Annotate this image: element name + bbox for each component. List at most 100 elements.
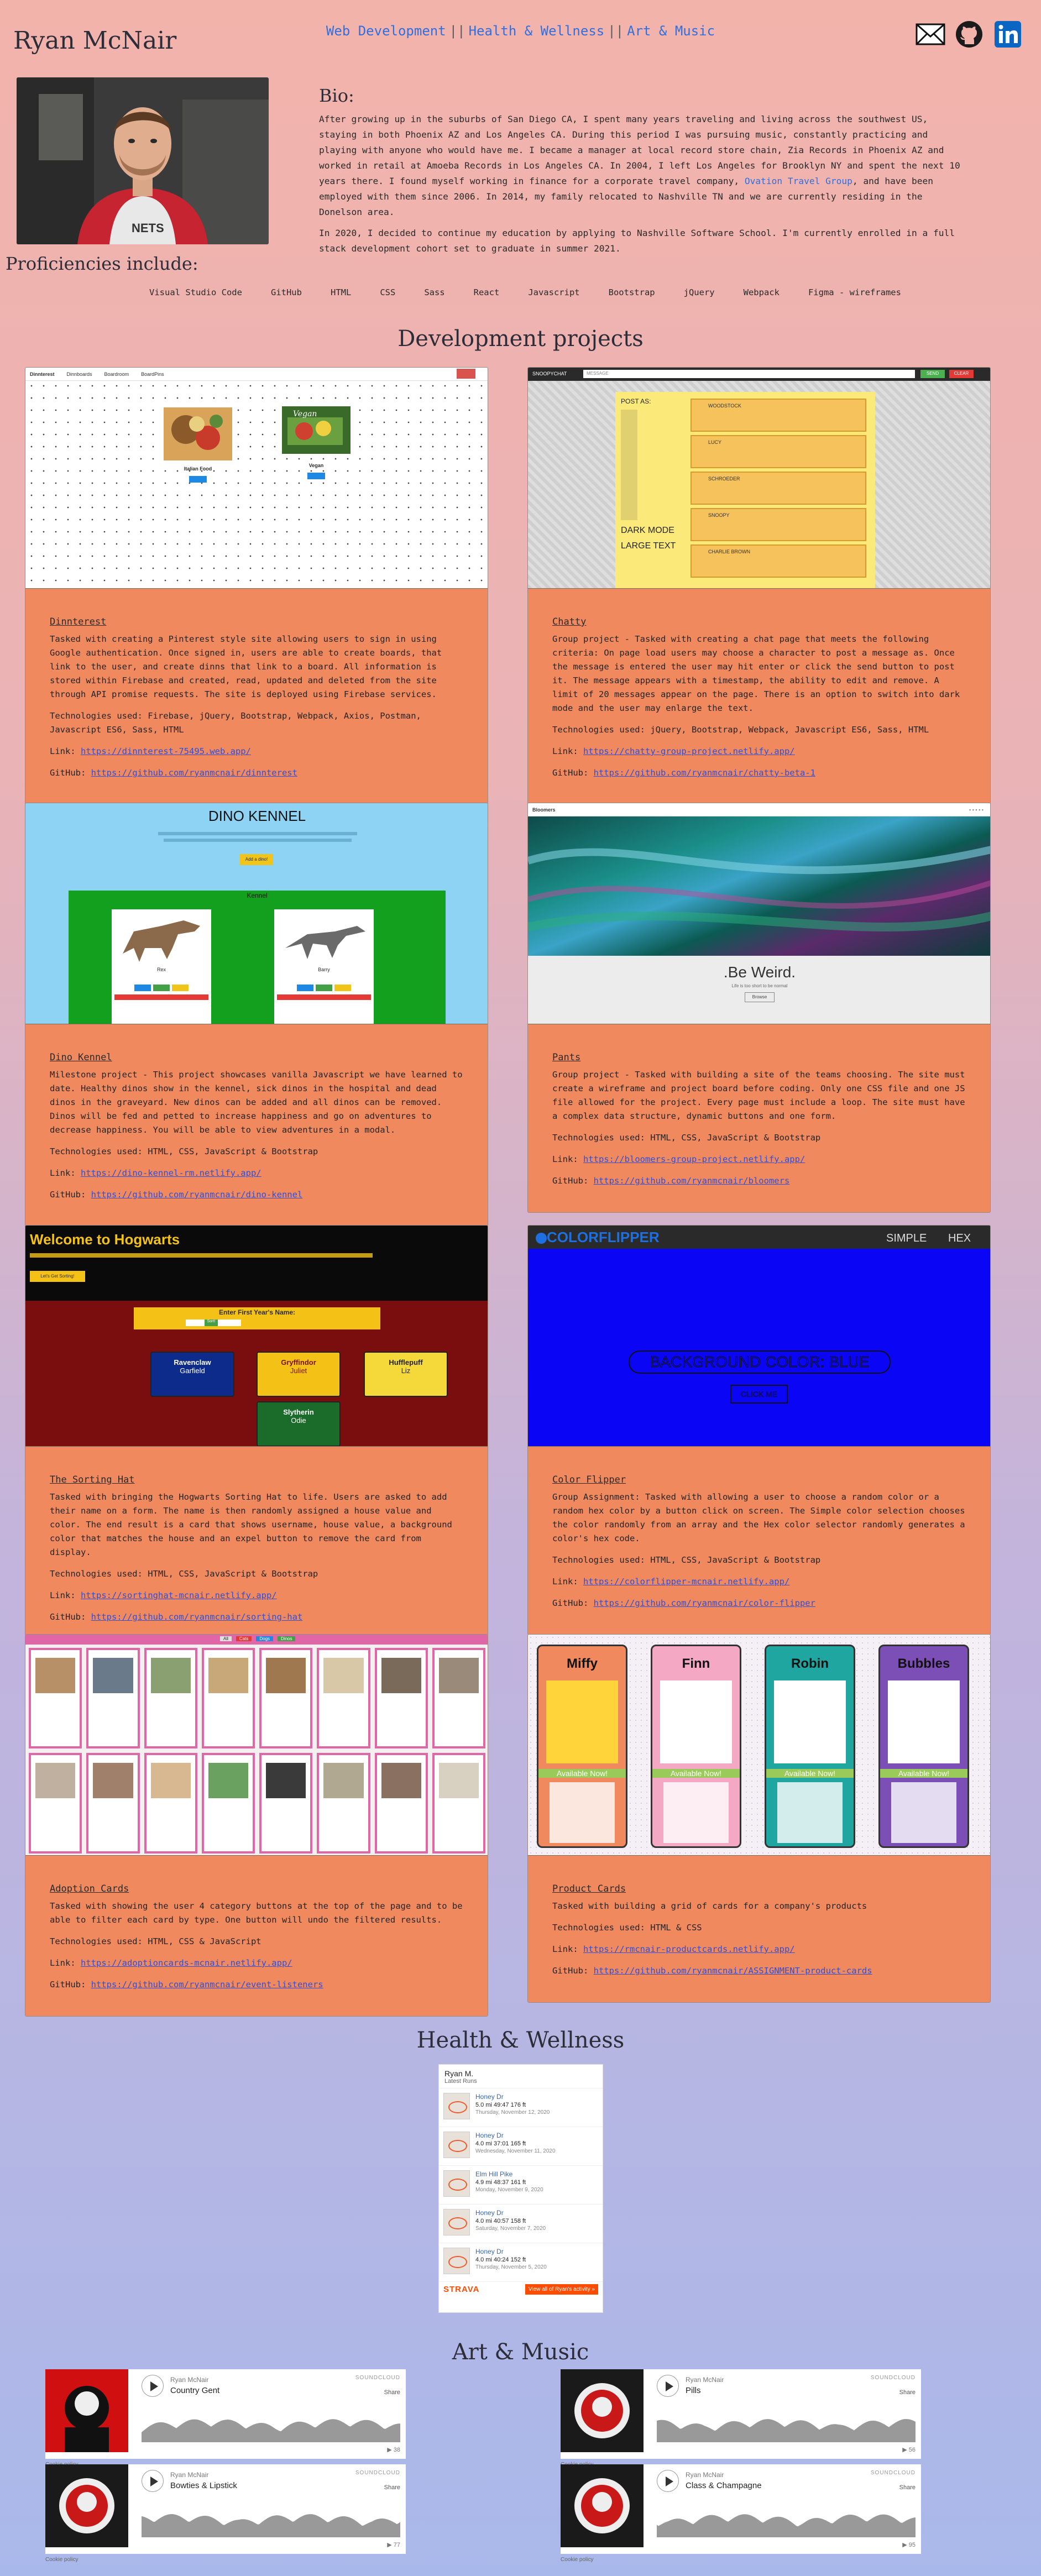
- social-links: [915, 19, 1023, 50]
- strava-view-all-button[interactable]: View all of Ryan's activity »: [525, 2284, 598, 2295]
- project-github-row: GitHub: https://github.com/ryanmcnair/so…: [50, 1612, 303, 1622]
- track-title[interactable]: Bowties & Lipstick: [170, 2481, 237, 2490]
- email-icon[interactable]: [915, 19, 946, 50]
- run-map-thumbnail: [443, 2132, 470, 2158]
- project-screenshot[interactable]: All Cats Dogs Dinos: [25, 1635, 488, 1856]
- project-github-link[interactable]: https://github.com/ryanmcnair/color-flip…: [594, 1598, 815, 1608]
- project-screenshot[interactable]: Miffy Available Now! Finn Available Now!…: [528, 1635, 990, 1856]
- play-button[interactable]: [142, 2375, 164, 2397]
- project-screenshot[interactable]: DINO KENNEL Add a dino! Kennel Rex Barry: [25, 803, 488, 1024]
- product-card: Robin Available Now!: [765, 1645, 855, 1848]
- product-card: Bubbles Available Now!: [878, 1645, 969, 1848]
- top-nav: Web Development || Health & Wellness || Art …: [326, 23, 715, 39]
- project-live-link[interactable]: https://dinnterest-75495.web.app/: [81, 746, 251, 756]
- project-screenshot[interactable]: Bloomers ▪ ▪ ▪ ▪ ▪ .Be Weird. Life is to…: [528, 803, 990, 1024]
- share-button[interactable]: Share: [384, 2389, 400, 2396]
- project-description: Milestone project - This project showcas…: [50, 1070, 463, 1135]
- bio-text: After growing up in the suburbs of San D…: [319, 112, 967, 262]
- project-card-sorting-hat: Welcome to Hogwarts Let's Get Sorting! E…: [25, 1225, 488, 1649]
- track-artist[interactable]: Ryan McNair: [170, 2376, 208, 2384]
- project-title[interactable]: Dinnterest: [50, 615, 463, 629]
- project-technologies: Technologies used: HTML, CSS & JavaScrip…: [50, 1936, 261, 1946]
- house-card: Hufflepuff Liz: [364, 1352, 448, 1397]
- project-title[interactable]: Pants: [552, 1051, 966, 1065]
- ovation-travel-link[interactable]: Ovation Travel Group: [745, 176, 852, 186]
- play-button[interactable]: [142, 2470, 164, 2492]
- project-screenshot[interactable]: Dinnterest Dinnboards Boardroom BoardPin…: [25, 368, 488, 589]
- proficiency-item: jQuery: [683, 287, 715, 297]
- project-title[interactable]: Chatty: [552, 615, 966, 629]
- waveform[interactable]: [657, 2503, 916, 2537]
- project-title[interactable]: Color Flipper: [552, 1473, 966, 1487]
- track-title[interactable]: Country Gent: [170, 2386, 219, 2395]
- proficiency-item: Sass: [424, 287, 445, 297]
- soundcloud-logo: SOUNDCLOUD: [870, 2470, 916, 2476]
- project-live-link[interactable]: https://bloomers-group-project.netlify.a…: [583, 1154, 805, 1164]
- share-button[interactable]: Share: [384, 2484, 400, 2491]
- run-row[interactable]: Honey Dr 4.0 mi 40:57 158 ft Saturday, Nov…: [439, 2204, 603, 2243]
- product-card: Miffy Available Now!: [537, 1645, 627, 1848]
- track-title[interactable]: Pills: [686, 2386, 701, 2395]
- album-art: [45, 2464, 128, 2547]
- project-github-link[interactable]: https://github.com/ryanmcnair/bloomers: [594, 1176, 790, 1186]
- bio-paragraph-1: After growing up in the suburbs of San D…: [319, 114, 960, 217]
- project-screenshot[interactable]: COLORFLIPPER SIMPLE HEX BACKGROUND COLOR…: [528, 1226, 990, 1447]
- project-github-link[interactable]: https://github.com/ryanmcnair/chatty-bet…: [594, 768, 815, 778]
- project-title[interactable]: Dino Kennel: [50, 1051, 463, 1065]
- soundcloud-player: Ryan McNair Pills SOUNDCLOUD Share ▶ 56 …: [561, 2369, 921, 2468]
- project-live-link[interactable]: https://dino-kennel-rm.netlify.app/: [81, 1168, 261, 1178]
- project-card-chatty: SNOOPYCHAT MESSAGE SEND CLEAR POST AS: D…: [527, 367, 991, 805]
- project-github-link[interactable]: https://github.com/ryanmcnair/sorting-ha…: [91, 1612, 303, 1622]
- track-artist[interactable]: Ryan McNair: [686, 2376, 724, 2384]
- track-artist[interactable]: Ryan McNair: [170, 2471, 208, 2479]
- project-screenshot[interactable]: Welcome to Hogwarts Let's Get Sorting! E…: [25, 1226, 488, 1447]
- project-link-row: Link: https://colorflipper-mcnair.netlif…: [552, 1577, 790, 1587]
- project-live-link[interactable]: https://sortinghat-mcnair.netlify.app/: [81, 1590, 277, 1600]
- share-button[interactable]: Share: [899, 2389, 916, 2396]
- linkedin-icon[interactable]: [992, 19, 1023, 50]
- project-live-link[interactable]: https://adoptioncards-mcnair.netlify.app…: [81, 1958, 292, 1968]
- project-github-row: GitHub: https://github.com/ryanmcnair/bl…: [552, 1176, 790, 1186]
- nav-web-development[interactable]: Web Development: [326, 23, 446, 39]
- play-count: ▶ 95: [902, 2542, 916, 2548]
- svg-text:NETS: NETS: [132, 221, 164, 235]
- share-button[interactable]: Share: [899, 2484, 916, 2491]
- project-description: Group project - Tasked with creating a c…: [552, 634, 960, 713]
- waveform[interactable]: [142, 2503, 400, 2537]
- run-row[interactable]: Honey Dr 4.0 mi 37:01 165 ft Wednesday, No…: [439, 2127, 603, 2165]
- project-github-row: GitHub: https://github.com/ryanmcnair/co…: [552, 1598, 815, 1608]
- project-live-link[interactable]: https://rmcnair-productcards.netlify.app…: [583, 1944, 795, 1954]
- track-artist[interactable]: Ryan McNair: [686, 2471, 724, 2479]
- track-title[interactable]: Class & Champagne: [686, 2481, 762, 2490]
- github-icon[interactable]: [954, 19, 985, 50]
- project-github-link[interactable]: https://github.com/ryanmcnair/dinnterest: [91, 768, 297, 778]
- project-title[interactable]: The Sorting Hat: [50, 1473, 463, 1487]
- nav-art-music[interactable]: Art & Music: [627, 23, 715, 39]
- project-github-link[interactable]: https://github.com/ryanmcnair/ASSIGNMENT…: [594, 1966, 872, 1976]
- project-card-dinnterest: Dinnterest Dinnboards Boardroom BoardPin…: [25, 367, 488, 805]
- waveform[interactable]: [657, 2408, 916, 2442]
- cookie-policy-link[interactable]: Cookie policy: [45, 2557, 78, 2563]
- project-live-link[interactable]: https://chatty-group-project.netlify.app…: [583, 746, 795, 756]
- project-title[interactable]: Product Cards: [552, 1882, 966, 1896]
- project-screenshot[interactable]: SNOOPYCHAT MESSAGE SEND CLEAR POST AS: D…: [528, 368, 990, 589]
- project-github-link[interactable]: https://github.com/ryanmcnair/dino-kenne…: [91, 1190, 303, 1200]
- run-row[interactable]: Honey Dr 5.0 mi 49:47 176 ft Thursday, Nov…: [439, 2088, 603, 2127]
- proficiency-item: CSS: [380, 287, 396, 297]
- proficiency-item: Bootstrap: [608, 287, 655, 297]
- waveform[interactable]: [142, 2408, 400, 2442]
- play-button[interactable]: [657, 2470, 679, 2492]
- play-count: ▶ 56: [902, 2447, 916, 2453]
- cookie-policy-link[interactable]: Cookie policy: [561, 2557, 593, 2563]
- bio-title: Bio:: [319, 85, 354, 106]
- nav-health-wellness[interactable]: Health & Wellness: [469, 23, 605, 39]
- house-card: Ravenclaw Garfield: [150, 1352, 234, 1397]
- project-github-link[interactable]: https://github.com/ryanmcnair/event-list…: [91, 1980, 323, 1989]
- play-button[interactable]: [657, 2375, 679, 2397]
- strava-widget: Ryan M. Latest Runs Honey Dr 5.0 mi 49:47…: [438, 2064, 603, 2313]
- project-title[interactable]: Adoption Cards: [50, 1882, 463, 1896]
- run-row[interactable]: Elm Hill Pike 4.9 mi 48:37 161 ft Monday, …: [439, 2165, 603, 2204]
- run-row[interactable]: Honey Dr 4.0 mi 40:24 152 ft Thursday, Nov…: [439, 2243, 603, 2281]
- strava-user: Ryan M.: [444, 2069, 474, 2078]
- project-live-link[interactable]: https://colorflipper-mcnair.netlify.app/: [583, 1577, 789, 1587]
